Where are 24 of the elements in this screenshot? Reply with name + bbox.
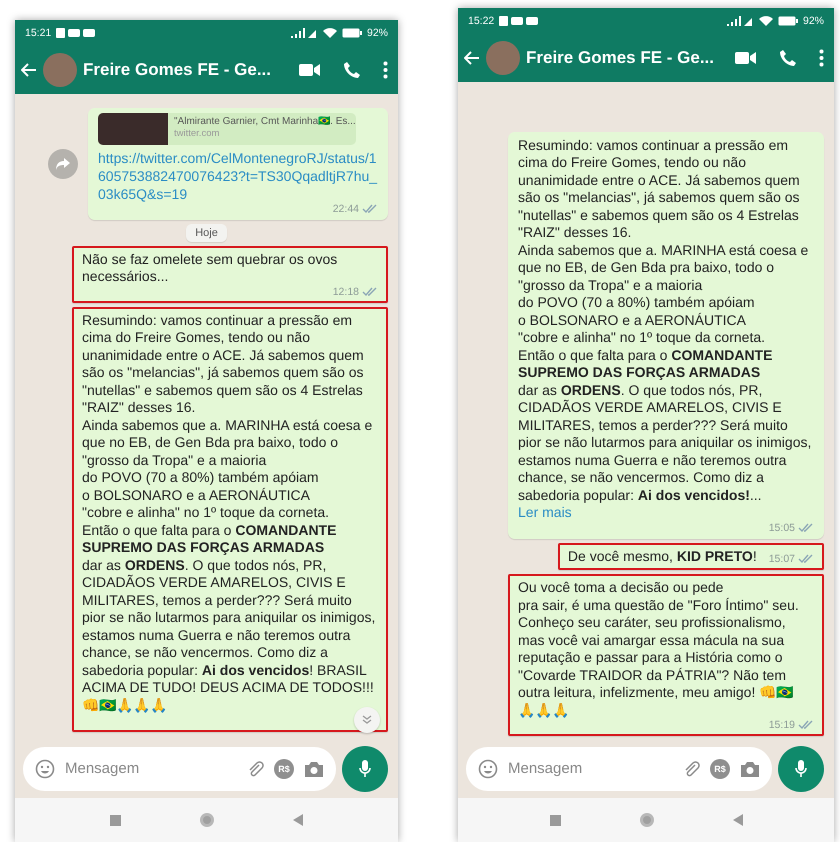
- battery-level: 92%: [802, 15, 824, 27]
- message-time: 15:19: [768, 719, 795, 731]
- status-time: 15:21: [25, 27, 52, 39]
- message-time: 22:44: [332, 202, 359, 214]
- payment-button[interactable]: R$: [274, 759, 294, 779]
- status-time: 15:22: [468, 15, 494, 27]
- message-input[interactable]: Mensagem R$: [23, 747, 336, 791]
- message-text: Ou você toma a decisão ou pede pra sair, é uma questão de "Foro Íntimo" seu. Conheço seu caráter, seu profissionalismo, mas você vai amargar essa mácula na sua reputação e passar para a História como o "Covarde TRAIDOR da PÁTRIA"? Não tem outra leitura, infelizmente, meu amigo! 👊🇧🇷 🙏🙏🙏: [518, 579, 800, 719]
- payment-button[interactable]: R$: [710, 759, 730, 779]
- link-preview[interactable]: "Almirante Garnier, Cmt Marinha🇧🇷. Es... twitter.com: [98, 112, 356, 144]
- preview-text: "Almirante Garnier, Cmt Marinha🇧🇷. Es...: [174, 114, 356, 128]
- message-text: Resumindo: vamos continuar a pressão em cima do Freire Gomes, tendo ou não unanimidade entre o ACE. Já sabemos quem são os "melancias", já sabemos quem são os "nutellas" e sabemos quem são os 4 Estrelas "RAIZ" desses 16. Ainda sabemos que a. MARINHA está coesa e que no EB, de Gen Bda pra baixo, todo o "grosso da Tropa" e a maioria do POVO (70 a 80%) também apóiam o BOLSONARO e a AERONÁUTICA "cobre e alinha" no 1º toque da corneta. Então o que falta para o COMANDANTE SUPREMO DAS FORÇAS ARMADAS dar as ORDENS. O que todos nós, PR, CIDADÃOS VERDE AMARELOS, CIVIS E MILITARES, temos a perder??? Será muito pior se não lutarmos para aniquilar os inimigos, estamos numa Guerra e não teremos outra chance, se não vencermos. Como diz a sabedoria popular: Ai dos vencidos!... Ler mais: [518, 136, 812, 522]
- message-time: 12:18: [332, 286, 359, 298]
- message-link[interactable]: https://twitter.com/CelMontenegroRJ/status/1605753882470076423?t=TS30QqadltjR7hu_03k65Q&s=19: [98, 148, 378, 202]
- message-text: Resumindo: vamos continuar a pressão em cima do Freire Gomes, tendo ou não unanimidade entre o ACE. Já sabemos quem são os "melancias", já sabemos quem são os "nutellas" e sabemos quem são os 4 Estrelas "RAIZ" desses 16. Ainda sabemos que a. MARINHA está coesa e que no EB, de Gen Bda pra baixo, todo o "grosso da Tropa" e a maioria do POVO (70 a 80%) também apóiam o BOLSONARO e a AERONÁUTICA "cobre e alinha" no 1º toque da corneta. Então o que falta para o COMANDANTE SUPREMO DAS FORÇAS ARMADAS dar as ORDENS. O que todos nós, PR, CIDADÃOS VERDE AMARELOS, CIVIS E MILITARES, temos a perder??? Será muito pior se não lutarmos para aniquilar os inimigos, estamos numa Guerra e não teremos outra chance, se não vencermos. Como diz a sabedoria popular: Ai dos vencidos! BRASIL ACIMA DE TUDO! DEUS ACIMA DE TODOS!!! 👊🇧🇷🙏🙏🙏: [82, 312, 376, 714]
- message-text: De você mesmo, KID PRETO!: [568, 548, 757, 565]
- date-chip: Hoje: [186, 224, 227, 242]
- message-time: 15:07: [768, 553, 795, 565]
- message-input[interactable]: Mensagem R$: [466, 747, 772, 791]
- preview-site: twitter.com: [174, 128, 220, 140]
- message-time: 15:05: [768, 522, 795, 534]
- battery-level: 92%: [366, 27, 388, 39]
- message-text: Não se faz omelete sem quebrar os ovos necessários...: [82, 250, 338, 286]
- read-more-link[interactable]: Ler mais: [518, 504, 572, 520]
